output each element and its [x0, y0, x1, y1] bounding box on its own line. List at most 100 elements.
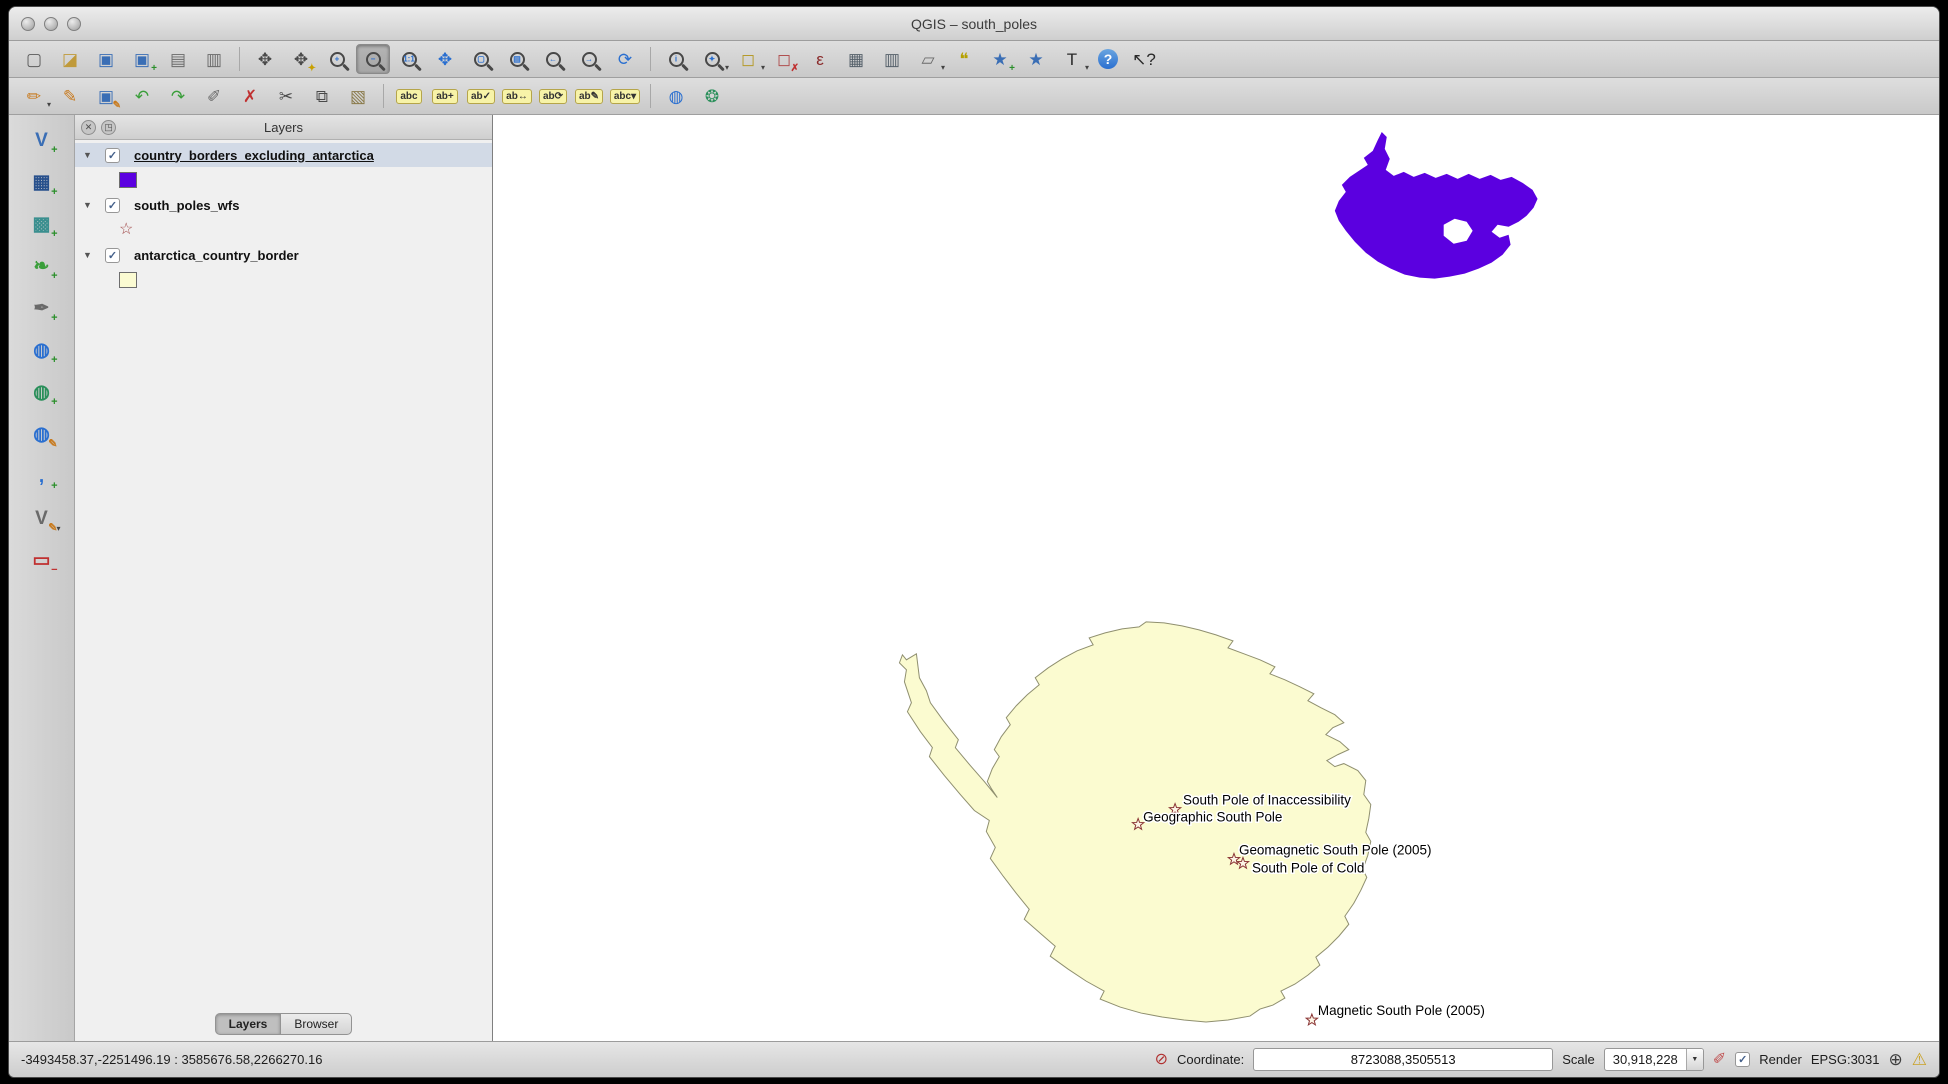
identify-features-button[interactable]: i [659, 44, 693, 74]
scale-combo[interactable]: 30,918,228 ▼ [1604, 1048, 1704, 1071]
add-postgis-layer-button[interactable]: ▩+ [23, 207, 61, 241]
open-project-button[interactable]: ◪ [53, 44, 87, 74]
whats-this-button[interactable]: ↖? [1127, 44, 1161, 74]
deselect-features-button[interactable]: ◻✗ [767, 44, 801, 74]
new-project-button[interactable]: ▢ [17, 44, 51, 74]
redo-button[interactable]: ↷ [161, 81, 195, 111]
cut-features-button[interactable]: ✂ [269, 81, 303, 111]
save-project-button[interactable]: ▣ [89, 44, 123, 74]
current-edits-button[interactable]: ✏▾ [17, 81, 51, 111]
new-shapefile-layer-button[interactable]: V✎▾ [23, 501, 61, 535]
coordinate-input[interactable] [1253, 1048, 1553, 1071]
save-edits-button[interactable]: ▣✎ [89, 81, 123, 111]
stop-render-icon[interactable]: ⊘ [1155, 1052, 1168, 1068]
open-attribute-table-button[interactable]: ▦ [839, 44, 873, 74]
zoom-in-button[interactable]: + [320, 44, 354, 74]
zoom-full-button[interactable]: ✥ [428, 44, 462, 74]
layer-item[interactable]: ▼antarctica_country_border [75, 243, 492, 267]
delete-selected-button[interactable]: ✗ [233, 81, 267, 111]
pan-map-button[interactable]: ✥ [248, 44, 282, 74]
layer-symbol-swatch[interactable] [119, 172, 137, 188]
maximize-window-button[interactable] [67, 17, 81, 31]
layer-visibility-checkbox[interactable] [105, 198, 120, 213]
panel-detach-button[interactable]: ◳ [101, 120, 116, 135]
panel-tab-layers[interactable]: Layers [215, 1013, 282, 1035]
remove-layer-button[interactable]: ▭− [23, 543, 61, 577]
layer-visibility-checkbox[interactable] [105, 148, 120, 163]
add-wcs-layer-button[interactable]: ◍+ [23, 375, 61, 409]
composer-manager-icon: ▥ [206, 51, 222, 68]
map-tips-button[interactable]: ❝ [947, 44, 981, 74]
undo-button[interactable]: ↶ [125, 81, 159, 111]
minimize-window-button[interactable] [44, 17, 58, 31]
add-delimited-text-button[interactable]: ,+ [23, 459, 61, 493]
map-canvas[interactable]: South Pole of InaccessibilityGeographic … [493, 115, 1939, 1041]
zoom-next-button[interactable]: → [572, 44, 606, 74]
layer-item[interactable]: ▼country_borders_excluding_antarctica [75, 143, 492, 167]
add-raster-layer-button[interactable]: ▦+ [23, 165, 61, 199]
move-label-button[interactable]: ab↔ [500, 81, 534, 111]
toggle-editing-button[interactable]: ✎ [53, 81, 87, 111]
change-label-button[interactable]: ab✎ [572, 81, 606, 111]
add-spatialite-layer-button[interactable]: ❧+ [23, 249, 61, 283]
composer-manager-button[interactable]: ▥ [197, 44, 231, 74]
refresh-map-button[interactable]: ⟳ [608, 44, 642, 74]
layer-visibility-checkbox[interactable] [105, 248, 120, 263]
globe-plugin-button[interactable]: ◍ [659, 81, 693, 111]
add-wms-layer-button[interactable]: ◍+ [23, 333, 61, 367]
simplify-feature-button[interactable]: ✐ [197, 81, 231, 111]
show-hidden-labels-button[interactable]: ab✓ [464, 81, 498, 111]
rotate-label-button[interactable]: ab⟳ [536, 81, 570, 111]
zoom-out-button[interactable]: − [356, 44, 390, 74]
zoom-last-button[interactable]: ← [536, 44, 570, 74]
zoom-to-selection-button[interactable]: ▢ [464, 44, 498, 74]
zoom-native-button[interactable]: 1:1 [392, 44, 426, 74]
panel-tab-browser[interactable]: Browser [280, 1013, 352, 1035]
expression-select-button[interactable]: ε [803, 44, 837, 74]
text-annotation-button[interactable]: T▾ [1055, 44, 1089, 74]
add-vector-layer-button[interactable]: V+ [23, 123, 61, 157]
scale-dropdown-icon[interactable]: ▼ [1686, 1049, 1703, 1070]
layer-symbol-row [75, 167, 492, 193]
add-vector-layer-icon: V [35, 131, 48, 150]
add-mssql-layer-button[interactable]: ✒+ [23, 291, 61, 325]
show-bookmarks-button[interactable]: ★ [1019, 44, 1053, 74]
paint-icon[interactable]: ✐ [1713, 1052, 1726, 1068]
render-label: Render [1759, 1052, 1802, 1067]
crs-status-icon[interactable]: ⊕ [1889, 1051, 1903, 1068]
new-print-composer-button[interactable]: ▤ [161, 44, 195, 74]
close-window-button[interactable] [21, 17, 35, 31]
map-tips-icon: ❝ [959, 51, 968, 68]
paste-features-button[interactable]: ▧ [341, 81, 375, 111]
layer-expand-toggle[interactable]: ▼ [83, 200, 99, 210]
measure-button[interactable]: ▱▾ [911, 44, 945, 74]
layer-item[interactable]: ▼south_poles_wfs [75, 193, 492, 217]
histogram-button[interactable]: ▥ [875, 44, 909, 74]
toggle-editing-icon: ✎ [63, 88, 77, 105]
help-button[interactable]: ? [1091, 44, 1125, 74]
panel-close-button[interactable]: ✕ [81, 120, 96, 135]
save-project-as-button[interactable]: ▣+ [125, 44, 159, 74]
help-icon: ? [1098, 49, 1118, 69]
python-console-button[interactable]: ❂ [695, 81, 729, 111]
layer-symbol-swatch[interactable] [119, 272, 137, 288]
map-point-label: Geographic South Pole [1143, 809, 1282, 824]
select-features-button[interactable]: ◻▾ [731, 44, 765, 74]
layer-expand-toggle[interactable]: ▼ [83, 150, 99, 160]
pin-labels-button[interactable]: ab+ [428, 81, 462, 111]
deselect-features-icon: ◻ [777, 51, 791, 68]
labeling-button[interactable]: abc [392, 81, 426, 111]
zoom-to-layer-button[interactable]: ▤ [500, 44, 534, 74]
messages-log-icon[interactable]: ⚠ [1912, 1051, 1927, 1068]
add-wfs-layer-button[interactable]: ◍✎ [23, 417, 61, 451]
copy-features-button[interactable]: ⧉ [305, 81, 339, 111]
layer-expand-toggle[interactable]: ▼ [83, 250, 99, 260]
label-properties-button[interactable]: abc▾ [608, 81, 642, 111]
add-raster-layer-icon: ▦ [33, 173, 51, 192]
new-bookmark-button[interactable]: ★+ [983, 44, 1017, 74]
layer-symbol-star[interactable]: ☆ [119, 222, 133, 238]
toolbar-separator [650, 84, 651, 108]
feature-action-button[interactable]: ✦▾ [695, 44, 729, 74]
pan-to-selection-button[interactable]: ✥✦ [284, 44, 318, 74]
render-checkbox[interactable] [1735, 1052, 1750, 1067]
